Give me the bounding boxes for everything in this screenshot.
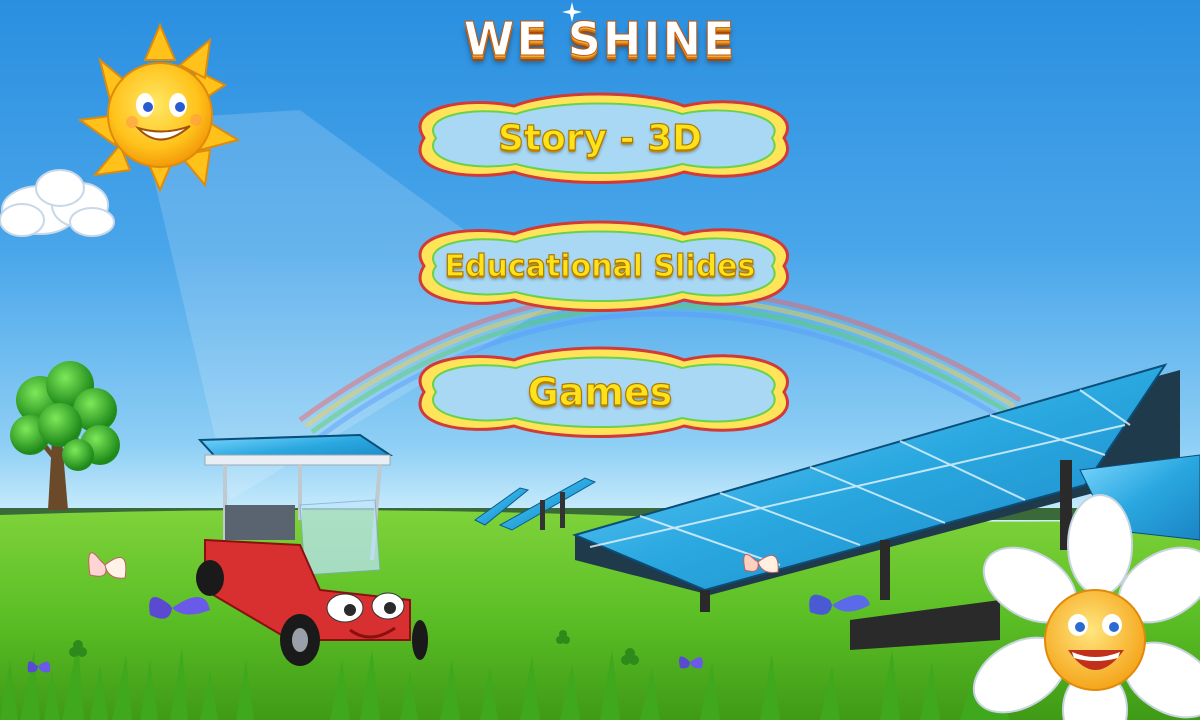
educational-slides-button[interactable]: Educational Slides — [384, 216, 816, 316]
game-title: WE SHINE — [463, 12, 737, 67]
cloud-icon — [0, 169, 115, 237]
story-3d-label: Story - 3D — [497, 117, 703, 159]
sparkle-icon — [562, 2, 582, 22]
games-button[interactable]: Games — [384, 342, 816, 442]
story-3d-button[interactable]: Story - 3D — [384, 88, 816, 188]
tree-icon — [10, 361, 120, 510]
educational-slides-label: Educational Slides — [444, 248, 756, 284]
games-label: Games — [527, 369, 673, 414]
game-menu-scene: WE SHINE Story - 3D Educational Slides G… — [0, 0, 1200, 720]
